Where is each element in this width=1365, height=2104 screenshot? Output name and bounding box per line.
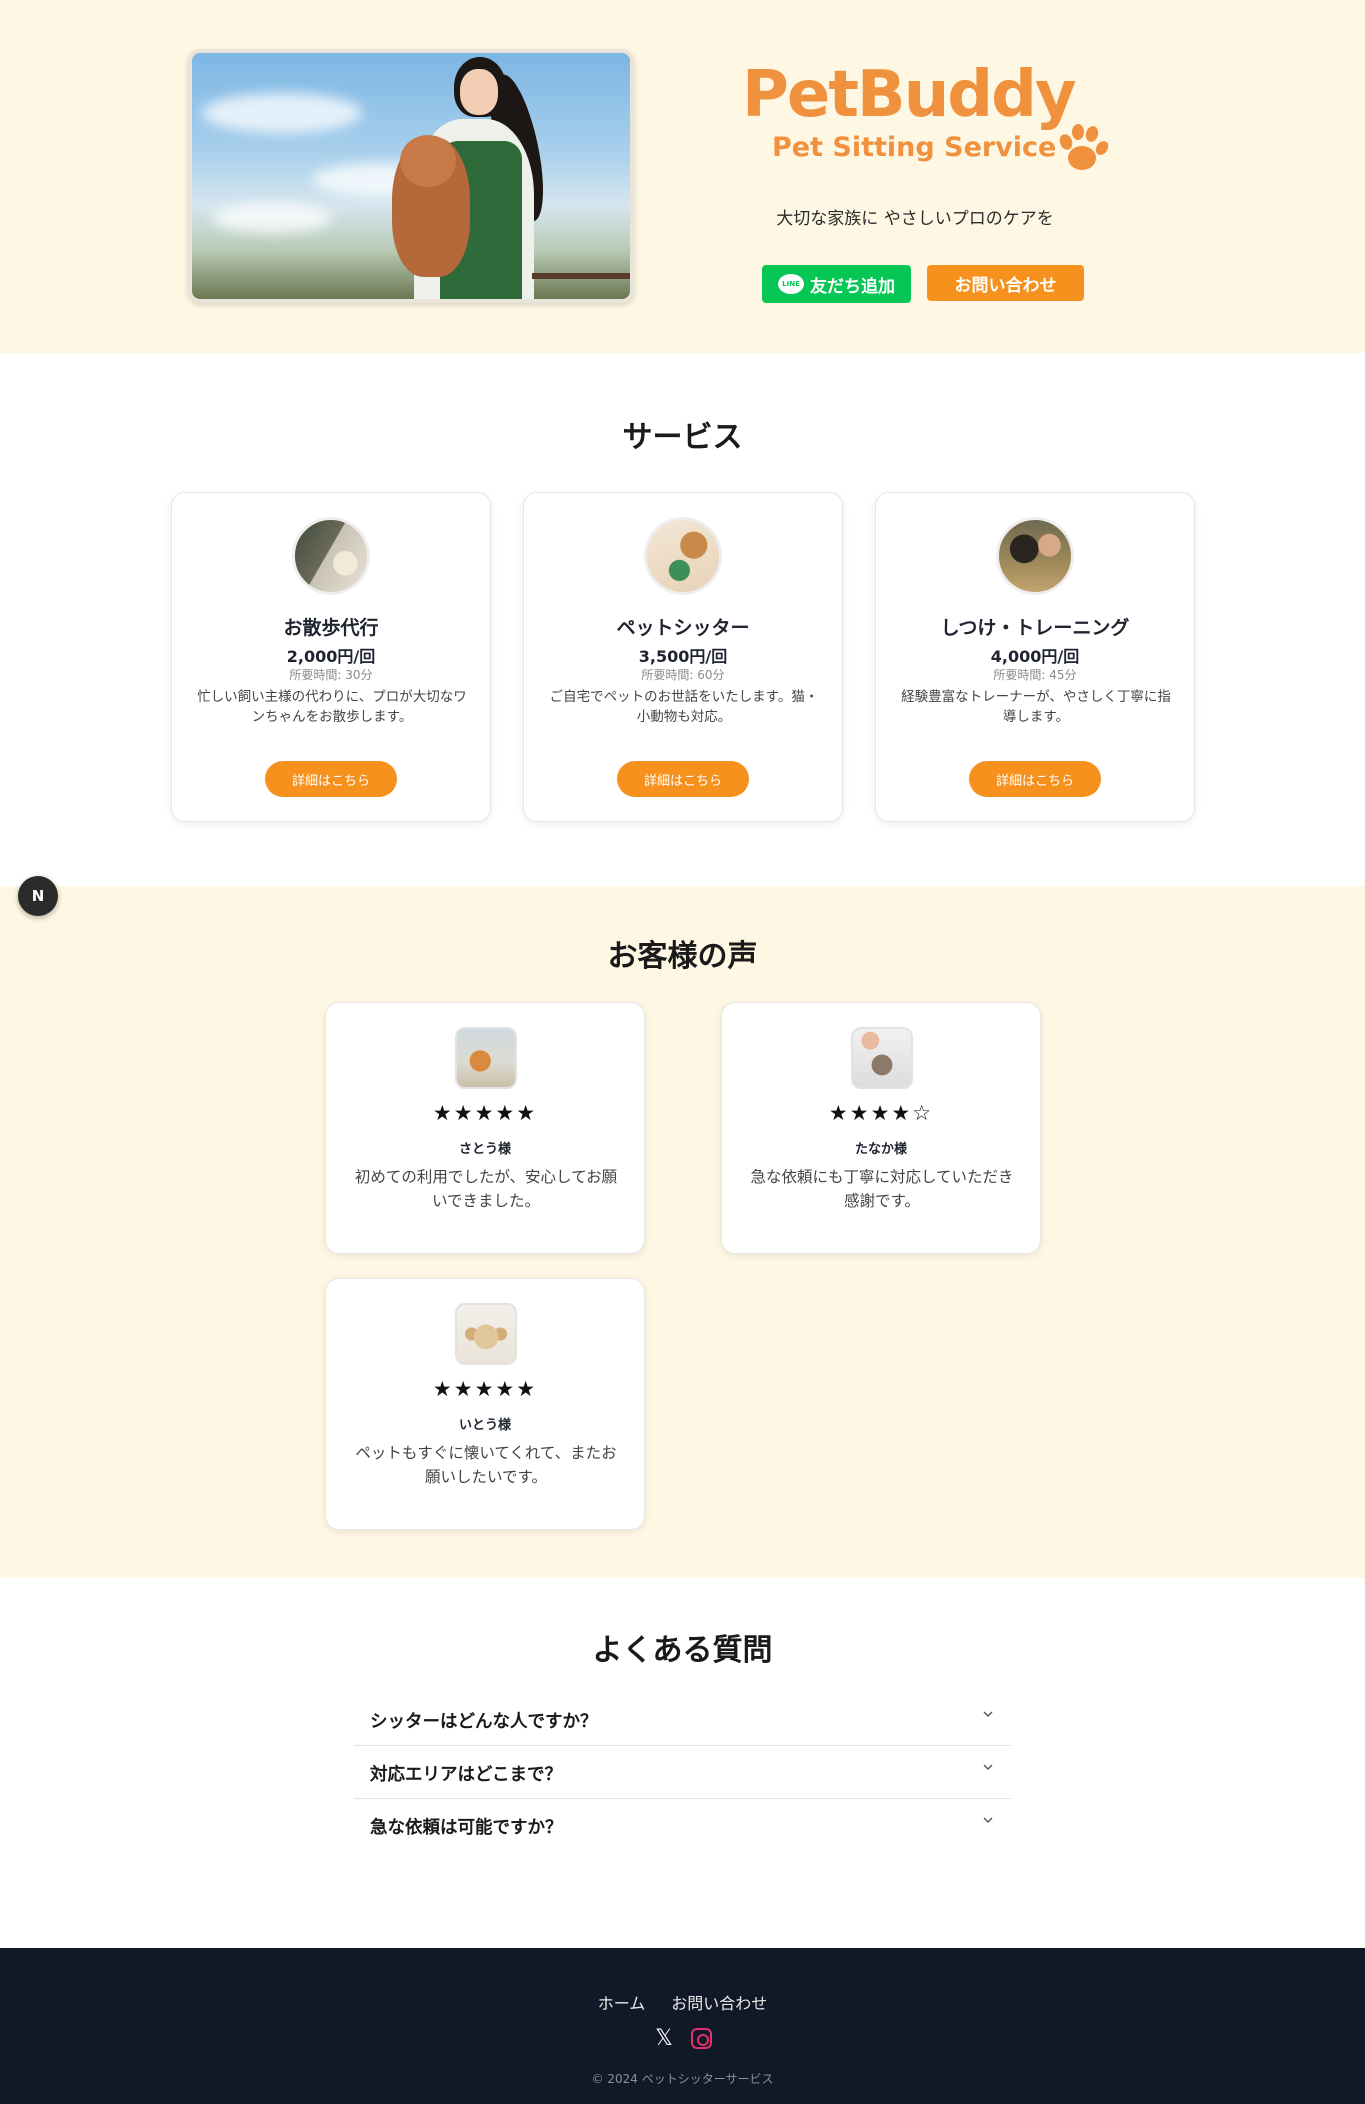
footer-link-home[interactable]: ホーム — [598, 1990, 646, 2014]
reviews-title: お客様の声 — [607, 939, 758, 974]
service-name: お散歩代行 — [283, 617, 379, 639]
hero-section: PetBuddy Pet Sitting Service 大切な家族に やさしい… — [0, 0, 1365, 353]
service-image-walk — [292, 517, 370, 595]
review-text: 初めての利用でしたが、安心してお願いできました。 — [354, 1168, 618, 1210]
review-text: ペットもすぐに懐いてくれて、またお願いしたいです。 — [355, 1444, 617, 1486]
review-image-shiba — [455, 1027, 517, 1089]
service-details-button[interactable]: 詳細はこちら — [969, 761, 1101, 797]
review-stars: ★★★★☆ — [828, 1101, 934, 1125]
review-name: たなか様 — [854, 1142, 907, 1157]
chevron-down-icon — [983, 1711, 993, 1717]
paw-icon — [1059, 124, 1109, 170]
service-image-sitter — [644, 517, 722, 595]
instagram-icon[interactable] — [691, 2028, 712, 2049]
faq-question: 急な依頼は可能ですか？ — [370, 1818, 563, 1838]
service-details-button[interactable]: 詳細はこちら — [617, 761, 749, 797]
line-icon: LINE — [778, 274, 804, 294]
hero-tagline: 大切な家族に やさしいプロのケアを — [776, 209, 1054, 229]
hero-photo — [188, 49, 634, 303]
logo-subtitle: Pet Sitting Service — [772, 132, 1057, 163]
social-icons: 𝕏 — [0, 2028, 1365, 2050]
service-image-training — [996, 517, 1074, 595]
service-price: 2,000円/回 — [286, 647, 376, 666]
brand-logo[interactable]: PetBuddy Pet Sitting Service — [742, 58, 1109, 178]
faq-item[interactable]: 対応エリアはどこまで？ — [354, 1746, 1011, 1799]
review-stars: ★★★★★ — [432, 1377, 538, 1401]
service-description: 経験豊富なトレーナーが、やさしく丁寧に指導します。 — [901, 689, 1171, 725]
review-card: ★★★★★ さとう様 初めての利用でしたが、安心してお願いできました。 — [325, 1002, 645, 1254]
n-badge-icon[interactable]: N — [18, 876, 58, 916]
review-name: いとう様 — [458, 1418, 511, 1433]
review-image-kitten — [851, 1027, 913, 1089]
service-price: 4,000円/回 — [990, 647, 1080, 666]
review-name: さとう様 — [458, 1142, 511, 1157]
footer: ホーム お問い合わせ 𝕏 © 2024 ペットシッターサービス — [0, 1948, 1365, 2104]
faq-item[interactable]: シッターはどんな人ですか？ — [354, 1693, 1011, 1746]
faq-question: 対応エリアはどこまで？ — [370, 1765, 562, 1785]
service-name: しつけ・トレーニング — [940, 617, 1130, 639]
service-card-sitter: ペットシッター 3,500円/回 所要時間: 60分 ご自宅でペットのお世話をい… — [523, 492, 843, 822]
review-card: ★★★★☆ たなか様 急な依頼にも丁寧に対応していただき感謝です。 — [721, 1002, 1041, 1254]
logo-title: PetBuddy — [742, 58, 1077, 132]
service-price: 3,500円/回 — [638, 647, 728, 666]
chevron-down-icon — [983, 1817, 993, 1823]
review-card: ★★★★★ いとう様 ペットもすぐに懐いてくれて、またお願いしたいです。 — [325, 1278, 645, 1530]
services-title: サービス — [622, 420, 743, 455]
service-time: 所要時間: 60分 — [641, 668, 725, 682]
footer-links: ホーム お問い合わせ — [0, 1990, 1365, 2014]
service-card-walk: お散歩代行 2,000円/回 所要時間: 30分 忙しい飼い主様の代わりに、プロ… — [171, 492, 491, 822]
service-description: ご自宅でペットのお世話をいたします。猫・小動物も対応。 — [549, 689, 819, 725]
line-button-label: 友だち追加 — [810, 276, 895, 297]
line-add-friend-button[interactable]: LINE 友だち追加 — [762, 265, 911, 303]
chevron-down-icon — [983, 1764, 993, 1770]
service-card-training: しつけ・トレーニング 4,000円/回 所要時間: 45分 経験豊富なトレーナー… — [875, 492, 1195, 822]
review-text: 急な依頼にも丁寧に対応していただき感謝です。 — [750, 1168, 1014, 1210]
footer-link-contact[interactable]: お問い合わせ — [671, 1990, 767, 2014]
faq-title: よくある質問 — [592, 1633, 773, 1668]
review-image-puppy — [455, 1303, 517, 1365]
service-details-button[interactable]: 詳細はこちら — [265, 761, 397, 797]
footer-copyright: © 2024 ペットシッターサービス — [591, 2072, 774, 2086]
hero-contact-button[interactable]: お問い合わせ — [927, 265, 1084, 301]
faq-item[interactable]: 急な依頼は可能ですか？ — [354, 1799, 1011, 1852]
reviews-section — [0, 886, 1365, 1578]
review-stars: ★★★★★ — [432, 1101, 538, 1125]
service-time: 所要時間: 30分 — [289, 668, 373, 682]
service-description: 忙しい飼い主様の代わりに、プロが大切なワンちゃんをお散歩します。 — [197, 689, 467, 725]
service-name: ペットシッター — [616, 617, 750, 639]
faq-question: シッターはどんな人ですか？ — [370, 1712, 598, 1732]
service-time: 所要時間: 45分 — [993, 668, 1077, 682]
x-icon[interactable]: 𝕏 — [653, 2028, 675, 2050]
